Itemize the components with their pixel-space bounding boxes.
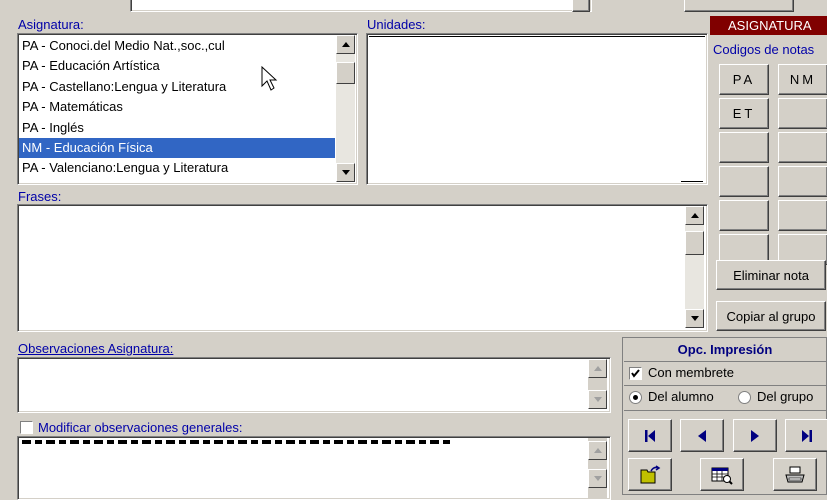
membrete-checkbox[interactable] [629,367,642,380]
scroll-up-button[interactable] [588,359,607,378]
frases-scrollbar[interactable] [685,206,704,328]
copiar-grupo-label: Copiar al grupo [726,308,816,324]
asignatura-list-item[interactable]: PA - Castellano:Lengua y Literatura [19,77,335,97]
scroll-down-button[interactable] [588,469,607,488]
unidades-label: Unidades: [367,17,426,32]
asignatura-label: Asignatura: [18,17,84,32]
eliminar-nota-button[interactable]: Eliminar nota [716,260,826,290]
code-button[interactable]: ET [719,98,769,129]
table-search-icon [711,467,733,485]
arrow-up-icon [593,448,602,453]
asignatura-list-item[interactable]: PA - Conoci.del Medio Nat.,soc.,cul [19,36,335,56]
last-icon [802,429,812,442]
asignatura-list-item[interactable]: PA - Inglés [19,118,335,138]
code-button[interactable] [778,166,827,197]
previous-record-button[interactable] [680,419,724,452]
code-button[interactable] [778,98,827,129]
arrow-down-icon [593,476,602,481]
scroll-down-button[interactable] [588,390,607,409]
radio-dot-icon [633,395,638,400]
observaciones-generales-textarea[interactable] [17,436,611,500]
asignatura-scrollbar[interactable] [336,35,355,182]
first-record-button[interactable] [628,419,672,452]
eliminar-nota-label: Eliminar nota [733,267,809,283]
scroll-thumb[interactable] [336,62,355,84]
del-alumno-label: Del alumno [648,389,714,404]
code-button[interactable]: NM [778,64,827,95]
scroll-up-button[interactable] [336,35,355,54]
code-button-label: NM [789,72,817,87]
frases-label: Frases: [18,189,62,204]
del-grupo-label: Del grupo [757,389,814,404]
top-scroll-button[interactable] [572,0,590,12]
code-button[interactable] [719,132,769,163]
del-alumno-radio[interactable] [629,391,642,404]
code-button-label: PA [732,72,756,87]
asignatura-list-item[interactable]: NM - Educación Física [19,137,335,159]
arrow-up-icon [341,42,350,47]
code-button-label: ET [732,106,756,121]
open-folder-icon [640,464,661,483]
first-icon [645,429,655,442]
mouse-cursor-icon [261,66,278,91]
scroll-thumb[interactable] [685,231,704,255]
code-button[interactable] [778,200,827,231]
printer-icon [785,466,805,482]
observaciones-label: Observaciones Asignatura: [18,341,174,356]
arrow-down-icon [341,170,350,175]
print-button[interactable] [773,458,817,491]
unidades-listbox[interactable] [366,33,708,185]
membrete-label: Con membrete [648,365,734,380]
arrow-down-icon [690,316,699,321]
last-record-button[interactable] [785,419,827,452]
asignatura-header: ASIGNATURA [710,16,827,35]
arrow-down-icon [593,397,602,402]
codigos-label: Codigos de notas [713,42,815,57]
arrow-up-icon [593,366,602,371]
observaciones-generales-scrollbar[interactable] [588,438,607,498]
previous-icon [698,429,706,442]
next-record-button[interactable] [733,419,777,452]
observaciones-textarea[interactable] [17,357,611,413]
open-folder-button[interactable] [628,458,672,491]
scroll-down-button[interactable] [685,309,704,328]
checkmark-icon [631,369,640,378]
code-button[interactable] [719,200,769,231]
print-options-title: Opc. Impresión [677,342,773,357]
table-view-button[interactable] [700,458,744,491]
code-button[interactable]: PA [719,64,769,95]
scroll-up-button[interactable] [588,441,607,460]
copiar-grupo-button[interactable]: Copiar al grupo [716,301,826,331]
del-grupo-radio[interactable] [738,391,751,404]
asignatura-list-item[interactable]: PA - Educación Artística [19,56,335,76]
modificar-label: Modificar observaciones generales: [38,420,243,435]
top-input-strip[interactable] [130,0,592,12]
asignatura-listbox[interactable]: PA - Conoci.del Medio Nat.,soc.,cul PA - … [17,33,358,185]
scroll-up-button[interactable] [685,206,704,225]
asignatura-list-item[interactable]: PA - Matemáticas [19,97,335,117]
code-button[interactable] [719,166,769,197]
next-icon [751,429,759,442]
arrow-up-icon [690,213,699,218]
top-right-button[interactable] [684,0,794,12]
code-button[interactable] [778,132,827,163]
asignatura-list-item[interactable]: PA - Valenciano:Lengua y Literatura [19,158,335,178]
frases-textarea[interactable] [17,204,708,332]
scroll-down-button[interactable] [336,163,355,182]
observaciones-scrollbar[interactable] [588,359,607,409]
modificar-checkbox[interactable] [20,421,33,434]
